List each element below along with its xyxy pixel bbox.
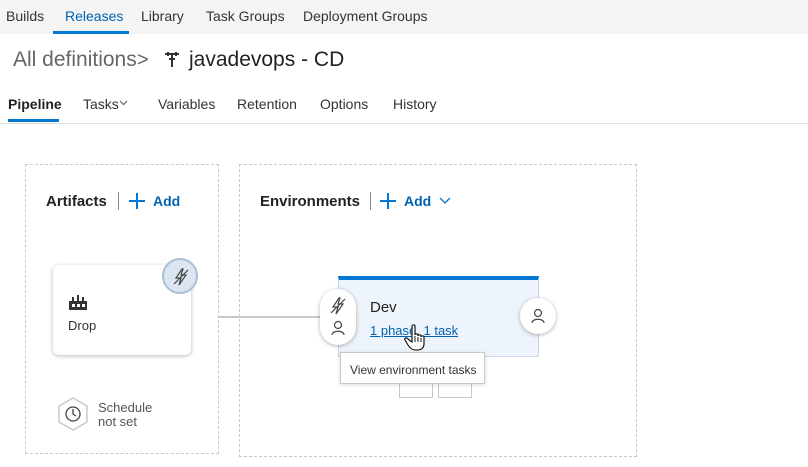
environment-name: Dev (370, 299, 397, 316)
hand-cursor-icon (404, 324, 428, 352)
nav-builds[interactable]: Builds (6, 8, 44, 24)
tabs-divider (0, 123, 808, 124)
tab-retention[interactable]: Retention (237, 96, 297, 112)
lightning-icon (173, 268, 189, 286)
breadcrumb-all-definitions[interactable]: All definitions (13, 48, 137, 72)
post-deployment-approvers[interactable] (520, 298, 556, 334)
nav-library[interactable]: Library (141, 8, 184, 24)
environment-card-dev[interactable] (338, 276, 539, 357)
artifact-trigger-button[interactable] (162, 258, 198, 294)
environments-title: Environments (260, 193, 361, 210)
clone-environment-button[interactable] (438, 384, 472, 398)
schedule-line-2: not set (98, 414, 138, 429)
page-title: javadevops - CD (189, 48, 345, 71)
nav-task-groups[interactable]: Task Groups (206, 8, 285, 24)
tab-pipeline[interactable]: Pipeline (8, 96, 62, 112)
artifacts-separator (118, 192, 119, 210)
tab-variables[interactable]: Variables (158, 96, 215, 112)
person-icon (530, 308, 546, 324)
tab-active-indicator (8, 119, 59, 122)
top-nav: Builds Releases Library Task Groups Depl… (0, 0, 808, 34)
nav-active-indicator (53, 31, 129, 34)
environment-action-button[interactable] (399, 384, 433, 398)
chevron-down-icon[interactable] (439, 197, 451, 205)
add-environment-button[interactable]: Add (404, 193, 431, 209)
plus-icon[interactable] (380, 193, 396, 209)
pipeline-icon (165, 52, 179, 70)
artifacts-title: Artifacts (46, 193, 107, 210)
nav-releases[interactable]: Releases (65, 8, 123, 24)
person-icon[interactable] (330, 320, 346, 336)
schedule-button[interactable] (56, 397, 90, 431)
lightning-icon[interactable] (330, 297, 346, 315)
pre-deployment-conditions[interactable] (320, 289, 356, 345)
schedule-line-1: Schedule (98, 400, 153, 415)
tab-options[interactable]: Options (320, 96, 368, 112)
add-artifact-button[interactable]: Add (153, 193, 180, 209)
breadcrumb-separator: > (137, 49, 149, 71)
schedule-label[interactable]: Schedule not set (98, 401, 152, 429)
build-artifact-icon (68, 292, 88, 312)
environments-separator (370, 192, 371, 210)
tab-tasks[interactable]: Tasks (83, 96, 119, 112)
tab-history[interactable]: History (393, 96, 437, 112)
plus-icon[interactable] (129, 193, 145, 209)
chevron-down-icon[interactable] (119, 98, 128, 107)
tooltip: View environment tasks (340, 352, 485, 384)
nav-deployment-groups[interactable]: Deployment Groups (303, 8, 428, 24)
artifact-name: Drop (68, 318, 97, 333)
